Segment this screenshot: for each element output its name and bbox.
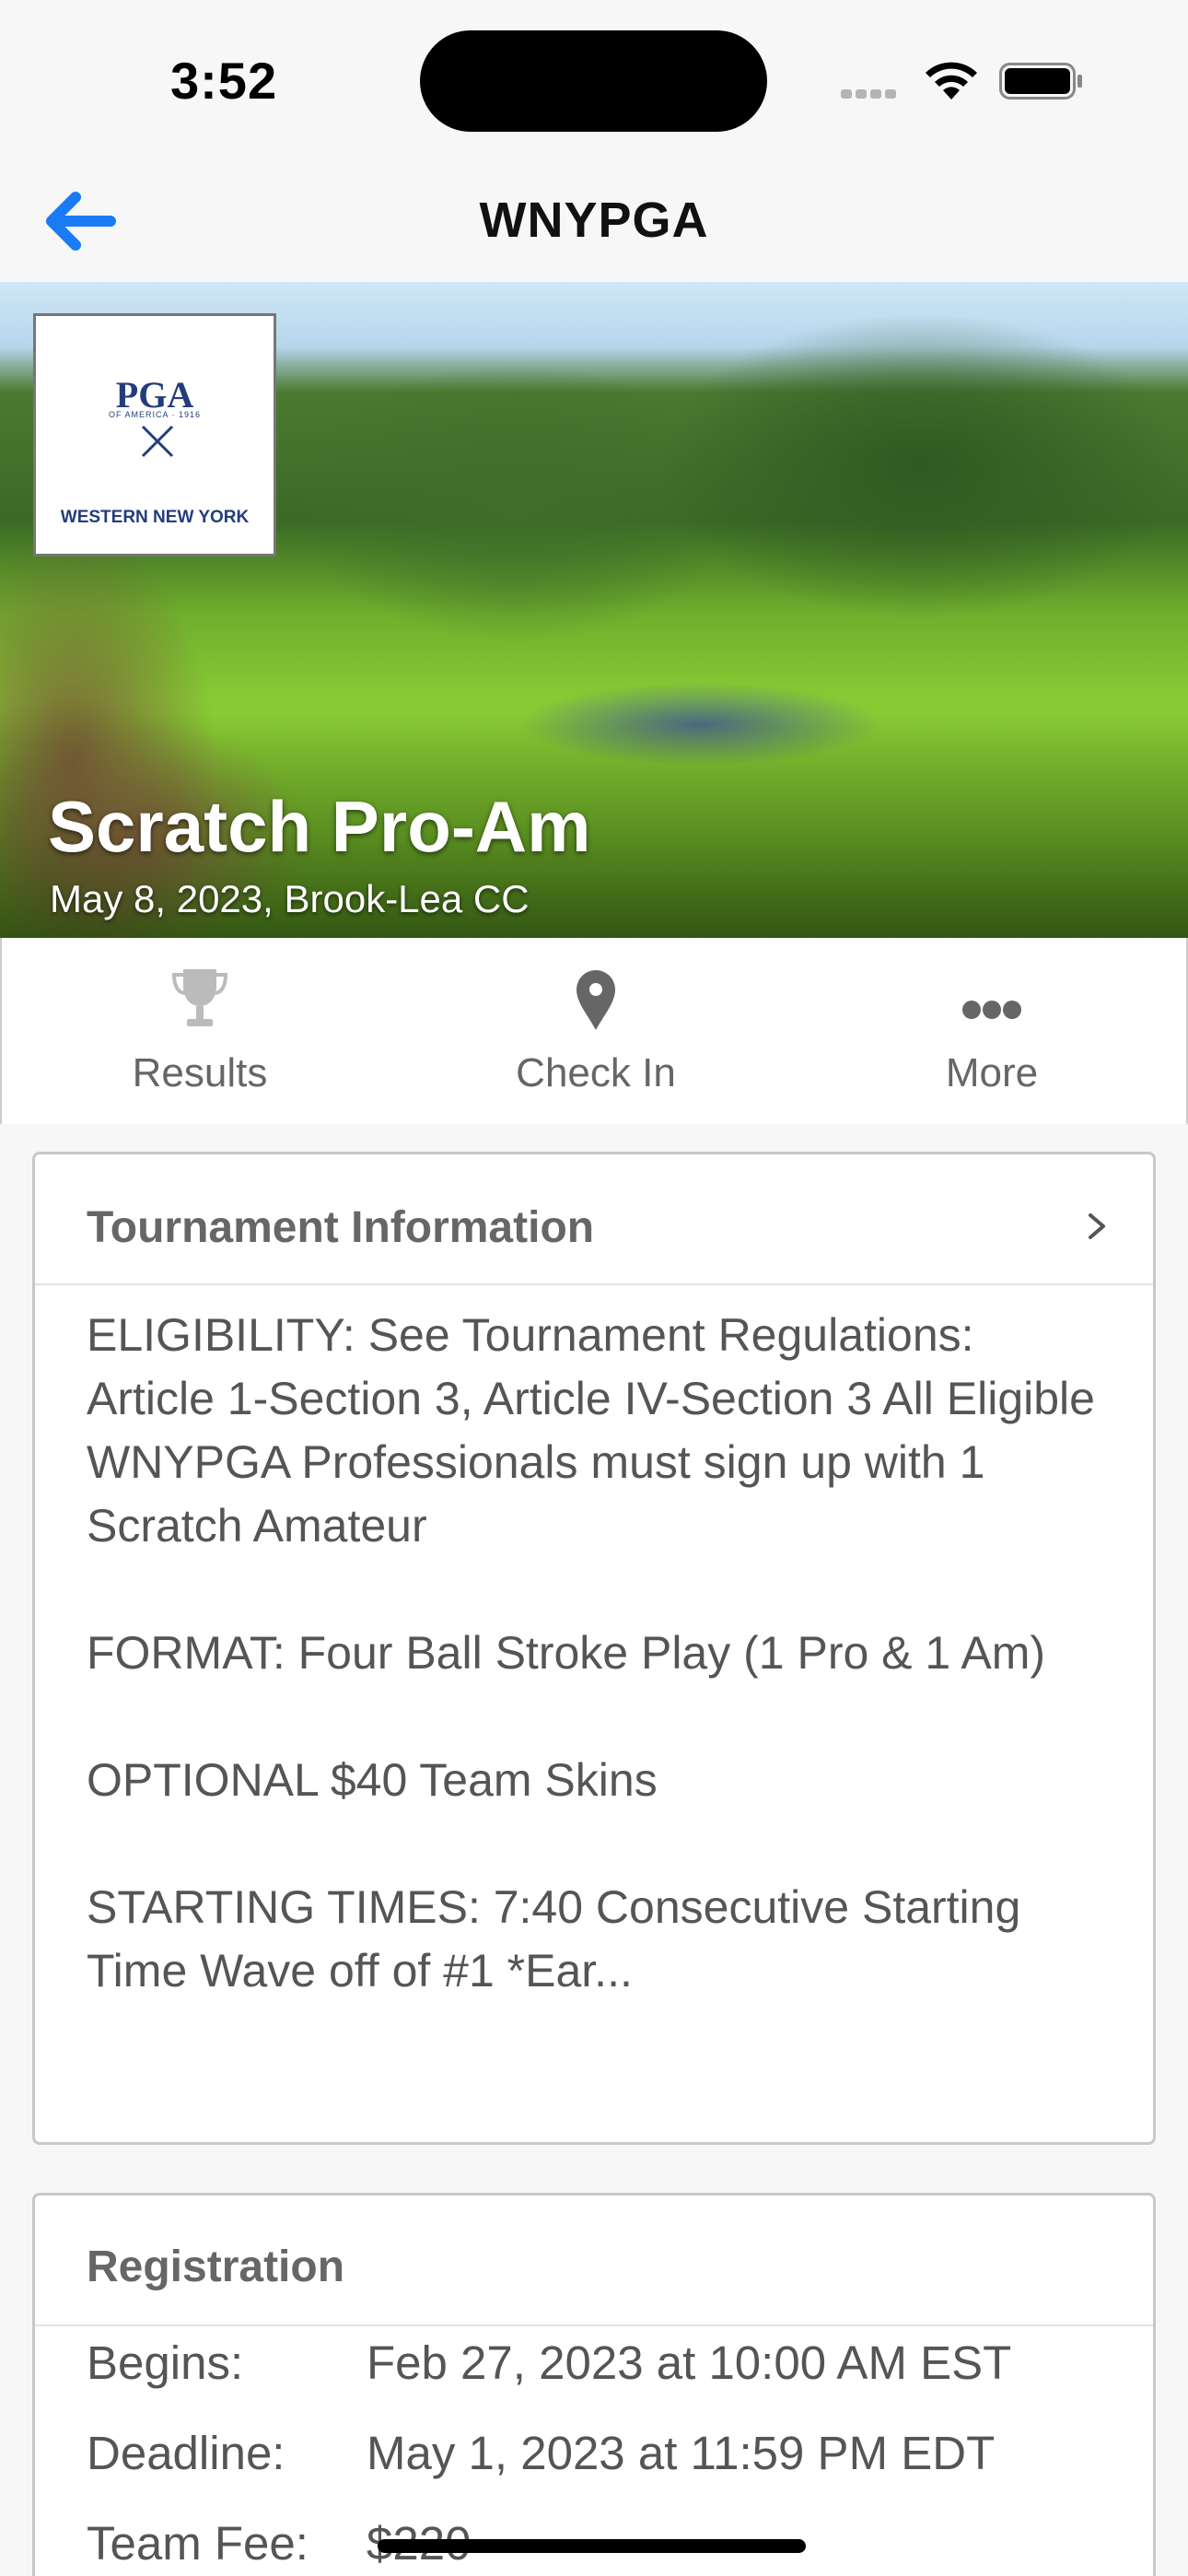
event-title: Scratch Pro-Am <box>48 786 591 867</box>
status-bar: 3:52 <box>0 0 1188 157</box>
tournament-info-title: Tournament Information <box>87 1203 595 1252</box>
logo-subtitle: OF AMERICA · 1916 <box>108 410 202 419</box>
deadline-label: Deadline: <box>87 2427 285 2479</box>
more-button[interactable]: More <box>794 938 1188 1124</box>
results-button[interactable]: Results <box>2 938 398 1124</box>
dynamic-island <box>420 30 767 132</box>
registration-card: Registration Begins: Feb 27, 2023 at 10:0… <box>32 2193 1156 2576</box>
event-hero: PGA OF AMERICA · 1916 WESTERN NEW YORK S… <box>0 282 1188 938</box>
cellular-signal-icon <box>841 87 905 99</box>
tournament-info-header[interactable]: Tournament Information <box>35 1154 1153 1285</box>
crossed-clubs-icon <box>141 425 174 458</box>
results-label: Results <box>132 1050 268 1095</box>
wifi-icon <box>926 62 977 100</box>
tournament-info-body: ELIGIBILITY: See Tournament Regulations:… <box>35 1285 1153 2003</box>
skins-text: OPTIONAL $40 Team Skins <box>87 1754 658 1806</box>
registration-title: Registration <box>87 2242 345 2291</box>
event-date-location: May 8, 2023, Brook-Lea CC <box>50 877 530 920</box>
more-label: More <box>945 1050 1039 1095</box>
more-dots-icon <box>962 1001 1021 1019</box>
chevron-right-icon <box>1089 1213 1105 1239</box>
navigation-bar: WNYPGA <box>0 157 1188 282</box>
trophy-icon <box>171 969 228 1026</box>
logo-region: WESTERN NEW YORK <box>60 508 250 527</box>
action-bar: Results Check In More <box>0 938 1188 1124</box>
registration-header: Registration <box>35 2195 1153 2326</box>
screen: 3:52 WNYPGA PGA OF AMERICA · 1916 WESTER… <box>0 0 1188 2576</box>
eligibility-text: ELIGIBILITY: See Tournament Regulations:… <box>87 1309 1095 1551</box>
organization-logo: PGA OF AMERICA · 1916 WESTERN NEW YORK <box>33 313 276 556</box>
map-pin-icon <box>577 970 615 1030</box>
nav-title: WNYPGA <box>479 193 709 248</box>
registration-begins-row: Begins: Feb 27, 2023 at 10:00 AM EST <box>87 2336 1011 2390</box>
registration-deadline-row: Deadline: May 1, 2023 at 11:59 PM EDT <box>87 2426 995 2480</box>
check-in-button[interactable]: Check In <box>398 938 794 1124</box>
starting-times-text: STARTING TIMES: 7:40 Consecutive Startin… <box>87 1881 1021 1996</box>
tournament-info-card[interactable]: Tournament Information ELIGIBILITY: See … <box>32 1152 1156 2145</box>
battery-icon <box>999 63 1082 100</box>
status-time: 3:52 <box>170 52 278 110</box>
format-text: FORMAT: Four Ball Stroke Play (1 Pro & 1… <box>87 1627 1046 1679</box>
begins-label: Begins: <box>87 2336 244 2389</box>
begins-value: Feb 27, 2023 at 10:00 AM EST <box>367 2336 1012 2389</box>
home-indicator[interactable] <box>378 2539 806 2553</box>
check-in-label: Check In <box>516 1050 676 1095</box>
deadline-value: May 1, 2023 at 11:59 PM EDT <box>367 2427 996 2479</box>
team-fee-label: Team Fee: <box>87 2517 309 2570</box>
